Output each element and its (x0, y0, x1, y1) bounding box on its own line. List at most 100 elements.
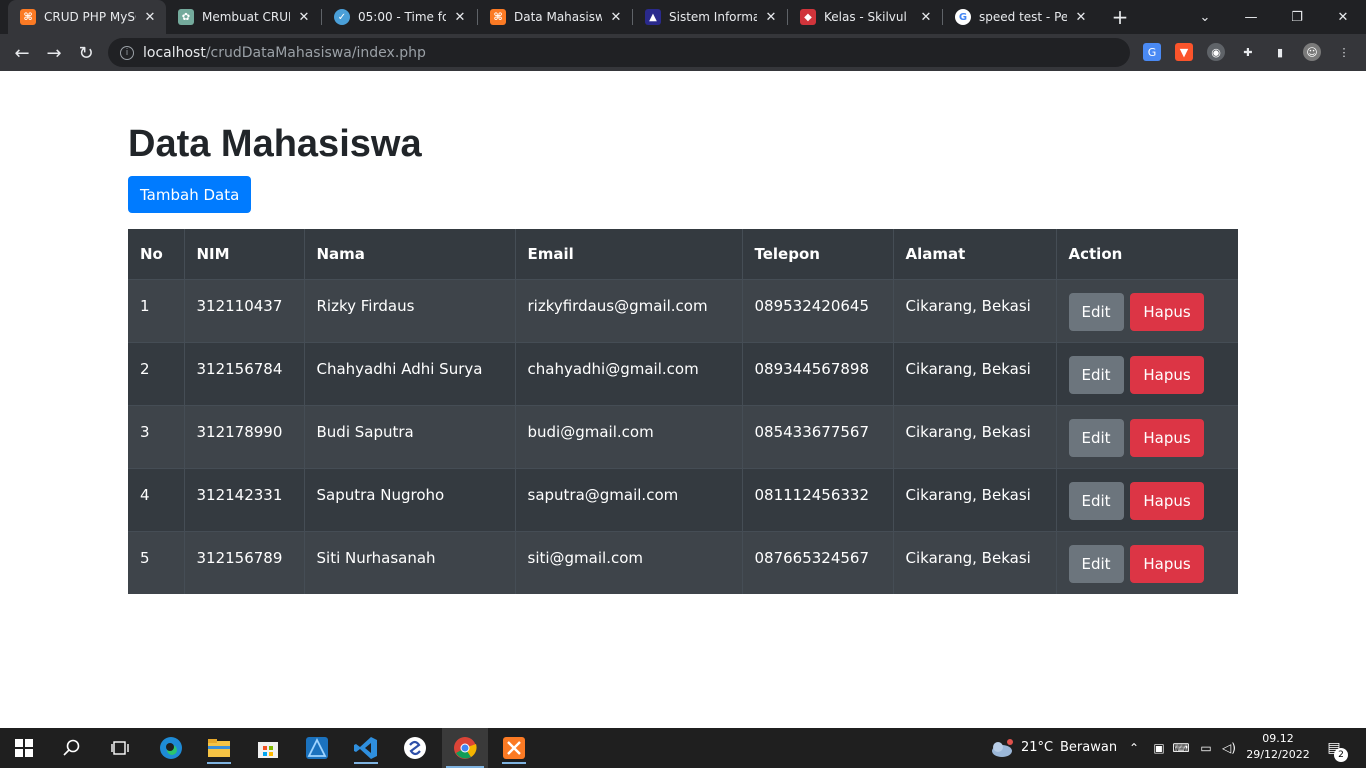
xampp-icon (503, 737, 525, 759)
table-row: 2 312156784 Chahyadhi Adhi Surya chahyad… (128, 341, 1238, 405)
search-button[interactable] (56, 732, 88, 764)
edit-button[interactable]: Edit (1068, 418, 1124, 457)
page-title: Data Mahasiswa (128, 123, 422, 165)
back-button[interactable]: ← (8, 39, 36, 67)
tab-crud-php-mysql[interactable]: ⌘ CRUD PHP MySQL ✕ (8, 0, 166, 34)
cell-email: rizkyfirdaus@gmail.com (515, 278, 743, 342)
close-icon[interactable]: ✕ (1073, 9, 1089, 25)
cell-action: Edit Hapus (1056, 341, 1238, 405)
cell-email: chahyadhi@gmail.com (515, 341, 743, 405)
translate-icon[interactable]: G (1143, 43, 1161, 61)
close-icon[interactable]: ✕ (142, 9, 158, 25)
delete-button[interactable]: Hapus (1130, 292, 1204, 331)
vscode-icon (354, 737, 377, 759)
delete-button[interactable]: Hapus (1130, 355, 1204, 394)
cell-action: Edit Hapus (1056, 530, 1238, 594)
cell-email: budi@gmail.com (515, 404, 743, 468)
menu-icon[interactable]: ⋮ (1335, 43, 1353, 61)
close-icon[interactable]: ✕ (608, 9, 624, 25)
cell-action: Edit Hapus (1056, 404, 1238, 468)
folder-icon (208, 739, 230, 757)
cell-alamat: Cikarang, Bekasi (893, 530, 1057, 594)
cell-alamat: Cikarang, Bekasi (893, 341, 1057, 405)
tab-membuat-crud[interactable]: ✿ Membuat CRUD ✕ (166, 0, 320, 34)
weather-cloud-icon[interactable] (988, 737, 1014, 759)
edit-button[interactable]: Edit (1068, 355, 1124, 394)
affinity-icon (306, 737, 328, 759)
header-telepon: Telepon (742, 229, 894, 280)
close-icon[interactable]: ✕ (763, 9, 779, 25)
affinity-app[interactable] (301, 732, 333, 764)
cell-action: Edit Hapus (1056, 467, 1238, 531)
tab-data-mahasiswa[interactable]: ⌘ Data Mahasiswa ✕ (478, 0, 632, 34)
tab-time-for[interactable]: ✓ 05:00 - Time for a ✕ (322, 0, 476, 34)
cell-email: siti@gmail.com (515, 530, 743, 594)
network-icon[interactable]: ▭ (1198, 740, 1214, 756)
cell-nama: Saputra Nugroho (304, 467, 516, 531)
cell-no: 3 (128, 404, 185, 468)
chevron-up-icon[interactable]: ⌃ (1126, 740, 1142, 756)
xampp-app[interactable] (498, 732, 530, 764)
edge-app[interactable] (155, 732, 187, 764)
weather-temp: 21°C (1021, 740, 1054, 755)
new-tab-button[interactable]: + (1108, 5, 1132, 29)
tab-sistem-informasi[interactable]: ▲ Sistem Informasi ✕ (633, 0, 787, 34)
table-row: 1 312110437 Rizky Firdaus rizkyfirdaus@g… (128, 278, 1238, 342)
clock[interactable]: 09.12 29/12/2022 (1246, 731, 1310, 763)
delete-button[interactable]: Hapus (1130, 481, 1204, 520)
chrome-app[interactable] (442, 728, 488, 768)
edit-button[interactable]: Edit (1068, 481, 1124, 520)
meet-now-icon[interactable]: ▣ (1151, 740, 1167, 756)
profile-avatar[interactable]: ☺ (1303, 43, 1321, 61)
header-action: Action (1056, 229, 1238, 280)
info-icon[interactable]: i (120, 45, 134, 60)
brave-shield-icon[interactable]: ▼ (1175, 43, 1193, 61)
privacy-shield-icon[interactable]: ◉ (1207, 43, 1225, 61)
edge-icon (160, 737, 182, 759)
xampp-icon: ⌘ (20, 9, 36, 25)
xampp-icon: ⌘ (490, 9, 506, 25)
start-button[interactable] (8, 732, 40, 764)
delete-button[interactable]: Hapus (1130, 544, 1204, 583)
close-icon[interactable]: ✕ (296, 9, 312, 25)
cell-telepon: 087665324567 (742, 530, 894, 594)
edit-button[interactable]: Edit (1068, 544, 1124, 583)
table-row: 4 312142331 Saputra Nugroho saputra@gmai… (128, 467, 1238, 531)
volume-icon[interactable]: ◁) (1221, 740, 1237, 756)
close-icon[interactable]: ✕ (452, 9, 468, 25)
reload-button[interactable]: ↻ (72, 39, 100, 67)
vscode-app[interactable] (350, 732, 382, 764)
cell-no: 2 (128, 341, 185, 405)
close-window-button[interactable]: ✕ (1320, 0, 1366, 34)
tab-speed-test[interactable]: G speed test - Pene ✕ (943, 0, 1097, 34)
simplenote-app[interactable] (399, 732, 431, 764)
edit-button[interactable]: Edit (1068, 292, 1124, 331)
clock-date: 29/12/2022 (1246, 748, 1310, 761)
task-view-button[interactable] (104, 732, 136, 764)
cell-nim: 312142331 (184, 467, 305, 531)
cell-nim: 312110437 (184, 278, 305, 342)
store-app[interactable] (252, 732, 284, 764)
tab-search-button[interactable]: ⌄ (1182, 0, 1228, 34)
skilvul-icon: ◆ (800, 9, 816, 25)
address-bar[interactable]: i localhost /crudDataMahasiswa/index.php (108, 38, 1130, 67)
forward-button[interactable]: → (40, 39, 68, 67)
add-data-button[interactable]: Tambah Data (128, 176, 252, 213)
input-method-icon[interactable]: ⌨ (1172, 740, 1189, 756)
delete-button[interactable]: Hapus (1130, 418, 1204, 457)
minimize-button[interactable]: — (1228, 0, 1274, 34)
cell-action: Edit Hapus (1056, 278, 1238, 342)
windows-taskbar: 21°C Berawan ⌃ ▣ ⌨ ▭ ◁) 09.12 29/12/2022… (0, 728, 1366, 768)
side-panel-icon[interactable]: ▮ (1271, 43, 1289, 61)
header-no: No (128, 229, 185, 280)
file-explorer-app[interactable] (203, 732, 235, 764)
url-host: localhost (143, 44, 206, 61)
cell-nama: Siti Nurhasanah (304, 530, 516, 594)
extensions-icon[interactable]: ✚ (1239, 43, 1257, 61)
table-row: 3 312178990 Budi Saputra budi@gmail.com … (128, 404, 1238, 468)
notification-badge: 2 (1334, 748, 1348, 762)
cell-alamat: Cikarang, Bekasi (893, 467, 1057, 531)
restore-button[interactable]: ❐ (1274, 0, 1320, 34)
tab-kelas-skilvul[interactable]: ◆ Kelas - Skilvul ✕ (788, 0, 942, 34)
close-icon[interactable]: ✕ (918, 9, 934, 25)
